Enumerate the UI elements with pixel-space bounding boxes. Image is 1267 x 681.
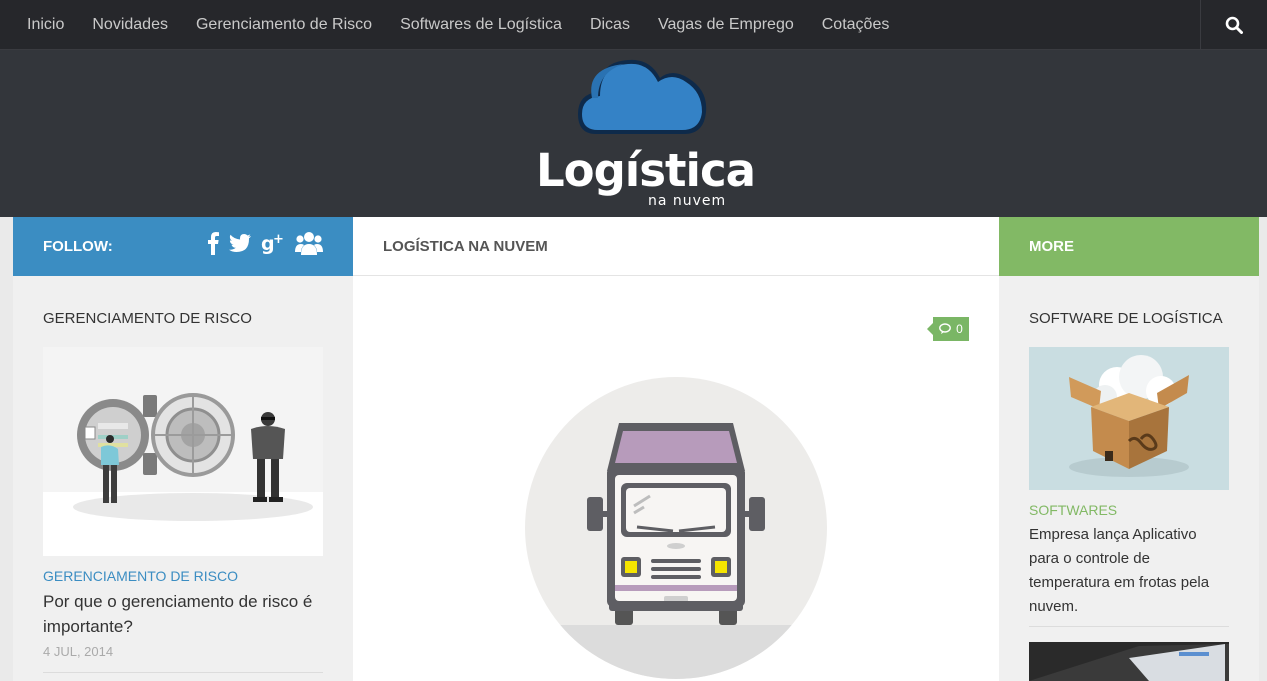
comment-icon [939, 323, 952, 334]
nav-item-gerenciamento-de-risco[interactable]: Gerenciamento de Risco [182, 0, 386, 50]
logo-subtitle: na nuvem [648, 193, 727, 209]
nav-menu: Inicio Novidades Gerenciamento de Risco … [0, 0, 1267, 50]
comment-count: 0 [956, 322, 963, 336]
right-post-divider [1029, 626, 1229, 627]
google-plus-icon[interactable]: g + [261, 232, 285, 254]
site-header: Logística na nuvem [0, 50, 1267, 217]
search-button[interactable] [1200, 0, 1267, 50]
cloud-logo-icon[interactable] [576, 58, 710, 138]
nav-item-inicio[interactable]: Inicio [13, 0, 78, 50]
left-post-category[interactable]: GERENCIAMENTO DE RISCO [43, 568, 238, 584]
follow-label: FOLLOW: [43, 238, 113, 255]
nav-item-vagas-de-emprego[interactable]: Vagas de Emprego [644, 0, 808, 50]
more-bar[interactable]: MORE [999, 217, 1259, 276]
top-navigation: Inicio Novidades Gerenciamento de Risco … [0, 0, 1267, 50]
left-post-date: 4 JUL, 2014 [43, 644, 114, 659]
truck-featured-image[interactable] [523, 375, 829, 681]
more-label: MORE [1029, 238, 1074, 255]
right-sidebar: MORE SOFTWARE DE LOGÍSTICA SOFTWARES Emp… [999, 217, 1259, 681]
search-icon [1225, 16, 1243, 34]
comment-badge-tail [927, 323, 933, 335]
logo-title[interactable]: Logística [536, 144, 756, 197]
left-post-divider [43, 672, 323, 673]
content-wrapper: FOLLOW: g + GERENCIAMENTO DE RISCO GEREN… [13, 217, 1259, 681]
nav-item-dicas[interactable]: Dicas [576, 0, 644, 50]
right-post-category[interactable]: SOFTWARES [1029, 502, 1117, 518]
left-post-title[interactable]: Por que o gerenciamento de risco é impor… [43, 589, 323, 639]
group-icon[interactable] [295, 231, 323, 255]
right-post-title[interactable]: Empresa lança Aplicativo para o controle… [1029, 523, 1229, 619]
risk-management-thumbnail[interactable] [43, 347, 323, 556]
svg-text:+: + [273, 232, 284, 247]
follow-bar: FOLLOW: g + [13, 217, 353, 276]
main-content: LOGÍSTICA NA NUVEM 0 [353, 217, 999, 681]
social-links: g + [207, 231, 323, 255]
main-title: LOGÍSTICA NA NUVEM [383, 237, 548, 255]
comment-count-badge[interactable]: 0 [933, 317, 969, 341]
software-thumbnail-2[interactable] [1029, 642, 1229, 681]
nav-item-novidades[interactable]: Novidades [78, 0, 182, 50]
right-widget-title: SOFTWARE DE LOGÍSTICA [1029, 310, 1223, 327]
twitter-icon[interactable] [229, 233, 251, 253]
facebook-icon[interactable] [207, 231, 219, 255]
left-widget-title: GERENCIAMENTO DE RISCO [43, 310, 252, 327]
main-header: LOGÍSTICA NA NUVEM [353, 217, 999, 276]
nav-item-cotacoes[interactable]: Cotações [808, 0, 904, 50]
left-sidebar: FOLLOW: g + GERENCIAMENTO DE RISCO GEREN… [13, 217, 353, 681]
nav-item-softwares-de-logistica[interactable]: Softwares de Logística [386, 0, 576, 50]
software-thumbnail[interactable] [1029, 347, 1229, 490]
